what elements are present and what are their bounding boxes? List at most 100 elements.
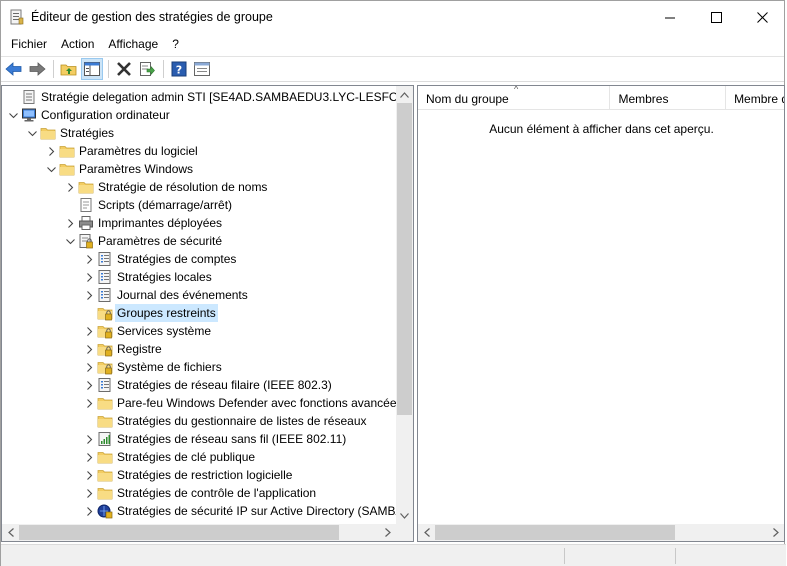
tree-item[interactable]: Paramètres Windows	[2, 160, 397, 178]
scroll-right-arrow[interactable]	[379, 524, 396, 541]
tree-item[interactable]: Stratégies de comptes	[2, 250, 397, 268]
folder-icon	[59, 146, 75, 158]
export-list-button[interactable]	[136, 58, 158, 80]
horizontal-scroll-thumb[interactable]	[435, 525, 675, 540]
back-button[interactable]	[3, 58, 25, 80]
tree-item[interactable]: Stratégies de réseau sans fil (IEEE 802.…	[2, 430, 397, 448]
menu-action[interactable]: Action	[54, 34, 101, 54]
vertical-scroll-thumb[interactable]	[397, 103, 412, 415]
horizontal-scroll-thumb[interactable]	[19, 525, 339, 540]
tree-vertical-scrollbar[interactable]	[396, 86, 413, 524]
forward-button[interactable]	[26, 58, 48, 80]
collapsed-chevron[interactable]	[84, 286, 94, 304]
tree-item[interactable]: Stratégies locales	[2, 268, 397, 286]
locked-folder-icon	[97, 344, 113, 357]
expanded-chevron[interactable]	[46, 160, 56, 178]
show-hide-console-tree-button[interactable]	[81, 58, 103, 80]
forward-arrow-icon	[29, 62, 46, 76]
collapsed-chevron[interactable]	[65, 214, 75, 232]
expanded-chevron[interactable]	[8, 106, 18, 124]
collapsed-chevron[interactable]	[46, 142, 56, 160]
chevron-right-icon	[86, 380, 92, 390]
expanded-chevron[interactable]	[27, 124, 37, 142]
tree-item[interactable]: Imprimantes déployées	[2, 214, 397, 232]
scroll-left-arrow[interactable]	[2, 524, 19, 541]
collapsed-chevron[interactable]	[84, 340, 94, 358]
collapsed-chevron[interactable]	[84, 268, 94, 286]
column-header-members[interactable]: Membres	[610, 86, 727, 110]
collapsed-chevron[interactable]	[84, 484, 94, 502]
collapsed-chevron[interactable]	[84, 394, 94, 412]
policy-list-icon	[98, 252, 111, 266]
tree-item[interactable]: Stratégies de sécurité IP sur Active Dir…	[2, 502, 397, 520]
column-label: Membre de	[734, 92, 784, 106]
delete-button[interactable]	[113, 58, 135, 80]
tree-item[interactable]: Stratégies du gestionnaire de listes de …	[2, 412, 397, 430]
tree-item-label: Stratégies de clé publique	[117, 450, 256, 464]
up-one-level-button[interactable]	[58, 58, 80, 80]
wireless-icon	[98, 432, 111, 446]
maximize-icon	[710, 11, 722, 23]
tree-item[interactable]: Journal des événements	[2, 286, 397, 304]
collapsed-chevron[interactable]	[84, 430, 94, 448]
chevron-right-icon	[67, 182, 73, 192]
up-folder-icon	[60, 64, 77, 76]
tree-item-label: Stratégie de résolution de noms	[98, 180, 268, 194]
close-icon	[756, 11, 768, 23]
collapsed-chevron[interactable]	[65, 178, 75, 196]
tree-item[interactable]: Paramètres du logiciel	[2, 142, 397, 160]
chevron-right-icon	[86, 362, 92, 372]
menu-affichage[interactable]: Affichage	[101, 34, 165, 54]
maximize-button[interactable]	[693, 1, 739, 33]
collapsed-chevron[interactable]	[84, 250, 94, 268]
tree-item[interactable]: Scripts (démarrage/arrêt)	[2, 196, 397, 214]
collapsed-chevron[interactable]	[84, 376, 94, 394]
minimize-button[interactable]	[647, 1, 693, 33]
properties-icon	[194, 62, 210, 76]
properties-button[interactable]	[191, 58, 213, 80]
scroll-down-arrow[interactable]	[396, 507, 413, 524]
chevron-right-icon	[86, 452, 92, 462]
tree-item[interactable]: Groupes restreints	[2, 304, 397, 322]
menu-help[interactable]: ?	[165, 34, 186, 54]
script-icon	[80, 198, 92, 212]
scroll-left-arrow[interactable]	[418, 524, 435, 541]
scroll-right-arrow[interactable]	[767, 524, 784, 541]
menu-fichier[interactable]: Fichier	[4, 34, 54, 54]
tree-horizontal-scrollbar[interactable]	[2, 524, 396, 541]
help-button[interactable]: ?	[168, 58, 190, 80]
minimize-icon	[664, 17, 675, 18]
column-header-group-name[interactable]: ^ Nom du groupe	[418, 86, 611, 110]
close-button[interactable]	[739, 1, 785, 33]
collapsed-chevron[interactable]	[84, 358, 94, 376]
collapsed-chevron[interactable]	[84, 466, 94, 484]
tree-item[interactable]: Paramètres de sécurité	[2, 232, 397, 250]
tree-item[interactable]: Stratégie de résolution de noms	[2, 178, 397, 196]
tree-item-label: Stratégies locales	[117, 270, 212, 284]
tree-item[interactable]: Stratégies de contrôle de l'application	[2, 484, 397, 502]
collapsed-chevron[interactable]	[84, 322, 94, 340]
tree-item[interactable]: Stratégies de restriction logicielle	[2, 466, 397, 484]
tree-item[interactable]: Stratégies de réseau filaire (IEEE 802.3…	[2, 376, 397, 394]
chevron-right-icon	[86, 506, 92, 516]
title-bar[interactable]: Éditeur de gestion des stratégies de gro…	[1, 1, 784, 33]
tree-item[interactable]: Registre	[2, 340, 397, 358]
tree-item[interactable]: Pare-feu Windows Defender avec fonctions…	[2, 394, 397, 412]
collapsed-chevron[interactable]	[84, 502, 94, 520]
tree-item[interactable]: Stratégie delegation admin STI [SE4AD.SA…	[2, 88, 397, 106]
tree-item[interactable]: Configuration ordinateur	[2, 106, 397, 124]
tree-item[interactable]: Stratégies	[2, 124, 397, 142]
tree-item[interactable]: Système de fichiers	[2, 358, 397, 376]
column-header-member-of[interactable]: Membre de	[726, 86, 784, 110]
chevron-down-icon	[46, 166, 56, 172]
scroll-up-arrow[interactable]	[396, 86, 413, 103]
back-arrow-icon	[5, 62, 22, 76]
expanded-chevron[interactable]	[65, 232, 75, 250]
status-divider	[564, 548, 565, 564]
tree-item[interactable]: Stratégies de clé publique	[2, 448, 397, 466]
list-horizontal-scrollbar[interactable]	[418, 524, 784, 541]
tree-item[interactable]: Services système	[2, 322, 397, 340]
console-tree[interactable]: Stratégie delegation admin STI [SE4AD.SA…	[2, 86, 397, 524]
result-pane: ^ Nom du groupe Membres Membre de Aucun …	[417, 85, 785, 542]
collapsed-chevron[interactable]	[84, 448, 94, 466]
